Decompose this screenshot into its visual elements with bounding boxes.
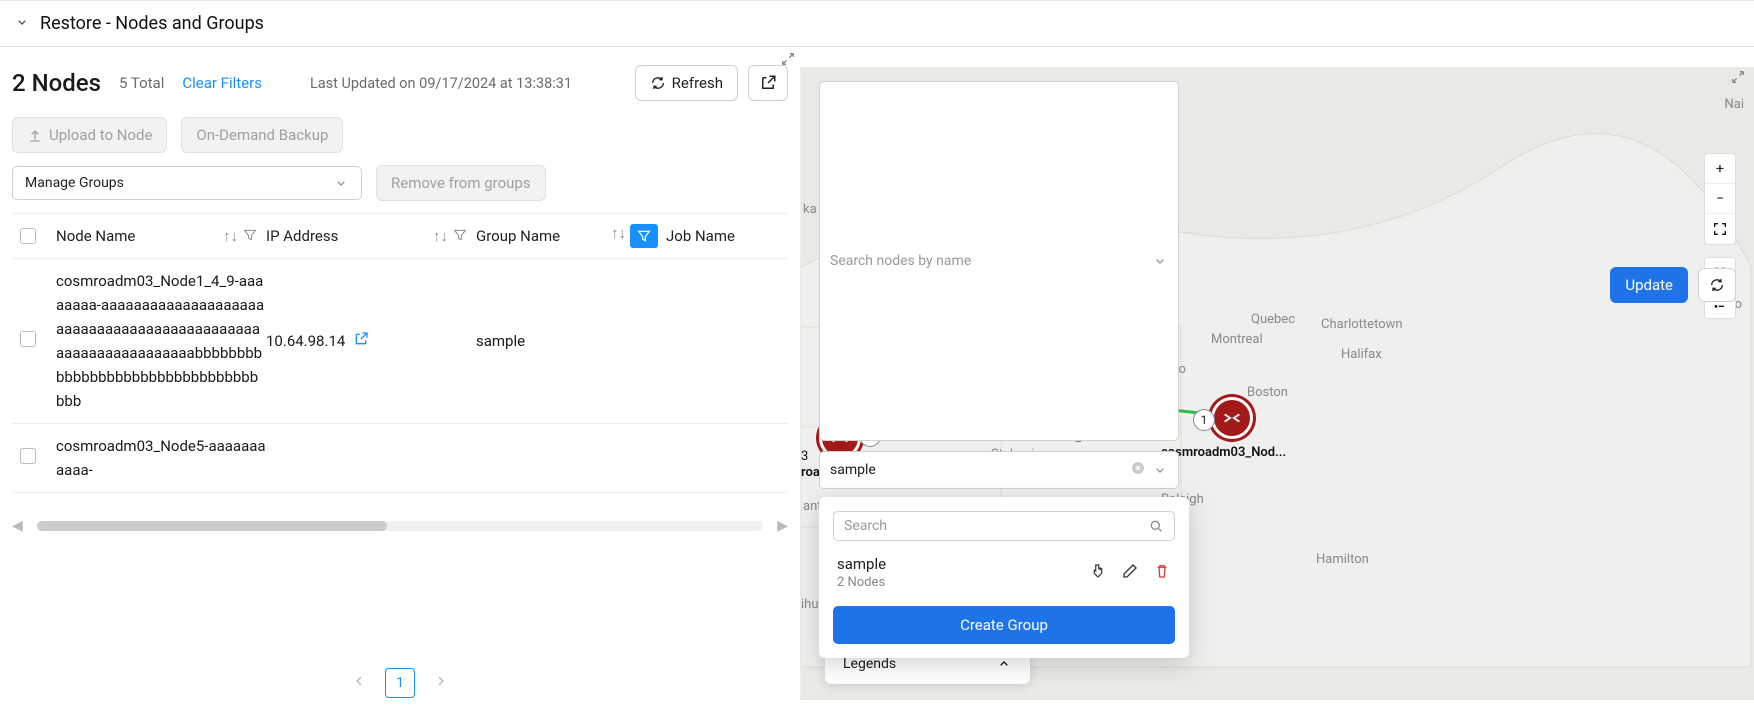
expand-left-icon[interactable] <box>780 51 796 71</box>
dropdown-search-input[interactable]: Search <box>833 511 1175 541</box>
filter-active-icon[interactable] <box>630 224 658 248</box>
table-row[interactable]: cosmroadm03_Node5-aaaaaaaaaaa- <box>12 424 788 493</box>
dd-item-name: sample <box>837 555 1079 573</box>
horizontal-scrollbar[interactable]: ◀ ▶ <box>12 519 788 533</box>
filter-icon[interactable] <box>452 227 468 243</box>
dropdown-item[interactable]: sample 2 Nodes <box>833 541 1175 596</box>
scroll-thumb[interactable] <box>37 521 387 531</box>
cell-node-name: cosmroadm03_Node5-aaaaaaaaaaa- <box>56 434 266 482</box>
map-node-label: 3 <box>801 449 808 464</box>
action-toolbar-2: Manage Groups Remove from groups <box>12 165 788 201</box>
refresh-button[interactable]: Refresh <box>635 65 738 101</box>
update-label: Update <box>1625 276 1673 294</box>
backup-label: On-Demand Backup <box>196 126 328 144</box>
prev-page-icon[interactable] <box>351 673 367 693</box>
left-pane: 2 Nodes 5 Total Clear Filters Last Updat… <box>0 47 800 720</box>
node-count: 2 Nodes <box>12 69 101 97</box>
manage-groups-label: Manage Groups <box>25 175 124 191</box>
sort-icon[interactable]: ↑↓ <box>611 224 626 248</box>
map-header: Search nodes by name sample Search <box>819 81 1736 489</box>
pointer-icon[interactable] <box>1089 562 1107 584</box>
nodes-table: Node Name ↑↓ IP Address ↑↓ Group Name <box>12 213 788 654</box>
cell-ip: 10.64.98.14 <box>266 331 476 351</box>
col-group[interactable]: Group Name ↑↓ <box>476 224 666 248</box>
row-checkbox[interactable] <box>20 448 56 468</box>
update-button[interactable]: Update <box>1610 267 1688 303</box>
cell-group: sample <box>476 332 666 350</box>
group-select[interactable]: sample <box>819 451 1179 489</box>
upload-label: Upload to Node <box>49 126 152 144</box>
map-label: Hamilton <box>1316 552 1369 567</box>
create-group-button[interactable]: Create Group <box>833 606 1175 644</box>
map-refresh-button[interactable] <box>1698 268 1736 302</box>
action-toolbar-1: Upload to Node On-Demand Backup <box>12 117 788 153</box>
col-node-name[interactable]: Node Name ↑↓ <box>56 227 266 245</box>
table-header-row: Node Name ↑↓ IP Address ↑↓ Group Name <box>12 214 788 259</box>
chevron-down-icon <box>1152 462 1168 478</box>
edit-icon[interactable] <box>1121 562 1139 584</box>
scroll-right-icon[interactable]: ▶ <box>777 518 788 534</box>
table-body[interactable]: cosmroadm03_Node1_4_9-aaaaaaaa-aaaaaaaaa… <box>12 259 788 519</box>
sort-icon[interactable]: ↑↓ <box>223 227 238 245</box>
search-icon <box>1148 518 1164 534</box>
titlebar: Restore - Nodes and Groups <box>0 0 1754 47</box>
group-dropdown: Search sample 2 Nodes <box>819 497 1189 658</box>
col-node-label: Node Name <box>56 227 135 245</box>
ip-text: 10.64.98.14 <box>266 332 345 350</box>
col-job[interactable]: Job Name <box>666 227 780 245</box>
sort-icon[interactable]: ↑↓ <box>433 227 448 245</box>
remove-label: Remove from groups <box>391 174 531 192</box>
backup-button: On-Demand Backup <box>181 117 343 153</box>
page-1-button[interactable]: 1 <box>385 668 415 698</box>
col-job-label: Job Name <box>666 227 735 245</box>
total-count: 5 Total <box>119 74 164 92</box>
col-ip[interactable]: IP Address ↑↓ <box>266 227 476 245</box>
chevron-up-icon <box>996 656 1012 672</box>
delete-icon[interactable] <box>1153 562 1171 584</box>
open-external-icon[interactable] <box>353 331 369 351</box>
left-header: 2 Nodes 5 Total Clear Filters Last Updat… <box>12 65 788 101</box>
pager: 1 <box>12 654 788 712</box>
clear-icon[interactable] <box>1130 460 1146 480</box>
col-group-label: Group Name <box>476 227 560 245</box>
collapse-chevron-icon[interactable] <box>14 14 30 34</box>
search-nodes-input[interactable]: Search nodes by name <box>819 81 1179 441</box>
upload-button: Upload to Node <box>12 117 167 153</box>
select-all-checkbox[interactable] <box>20 228 56 244</box>
col-ip-label: IP Address <box>266 227 338 245</box>
last-updated-text: Last Updated on 09/17/2024 at 13:38:31 <box>310 75 572 92</box>
next-page-icon[interactable] <box>433 673 449 693</box>
map-label: ka <box>803 202 817 217</box>
legends-label: Legends <box>843 656 896 672</box>
dd-search-placeholder: Search <box>844 518 887 534</box>
refresh-label: Refresh <box>672 74 723 92</box>
dd-item-sub: 2 Nodes <box>837 575 1079 590</box>
search-placeholder: Search nodes by name <box>830 253 971 269</box>
group-value: sample <box>830 462 876 478</box>
page-title: Restore - Nodes and Groups <box>40 13 264 34</box>
scroll-left-icon[interactable]: ◀ <box>12 518 23 534</box>
filter-icon[interactable] <box>242 227 258 243</box>
chevron-down-icon <box>1152 253 1168 269</box>
row-checkbox[interactable] <box>20 331 56 351</box>
map-pane: Nai Quebec Montreal Toronto Detroit Bost… <box>800 67 1754 700</box>
cell-node-name: cosmroadm03_Node1_4_9-aaaaaaaa-aaaaaaaaa… <box>56 269 266 413</box>
manage-groups-select[interactable]: Manage Groups <box>12 166 362 200</box>
remove-from-groups-button: Remove from groups <box>376 165 546 201</box>
clear-filters-link[interactable]: Clear Filters <box>182 74 262 92</box>
table-row[interactable]: cosmroadm03_Node1_4_9-aaaaaaaa-aaaaaaaaa… <box>12 259 788 424</box>
